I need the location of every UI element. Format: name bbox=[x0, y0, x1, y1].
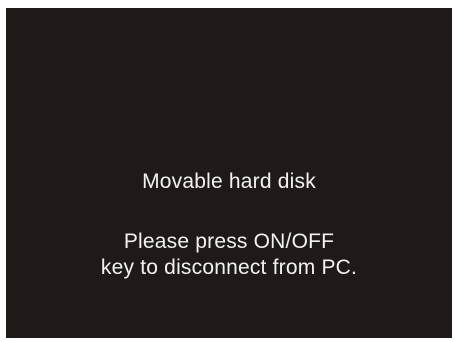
disconnect-instructions: Please press ON/OFF key to disconnect fr… bbox=[6, 229, 452, 281]
instruction-line-1: Please press ON/OFF bbox=[123, 230, 335, 253]
device-screen: Movable hard disk Please press ON/OFF ke… bbox=[6, 8, 452, 338]
mode-title: Movable hard disk bbox=[142, 170, 316, 193]
instruction-line-2: key to disconnect from PC. bbox=[100, 256, 358, 279]
